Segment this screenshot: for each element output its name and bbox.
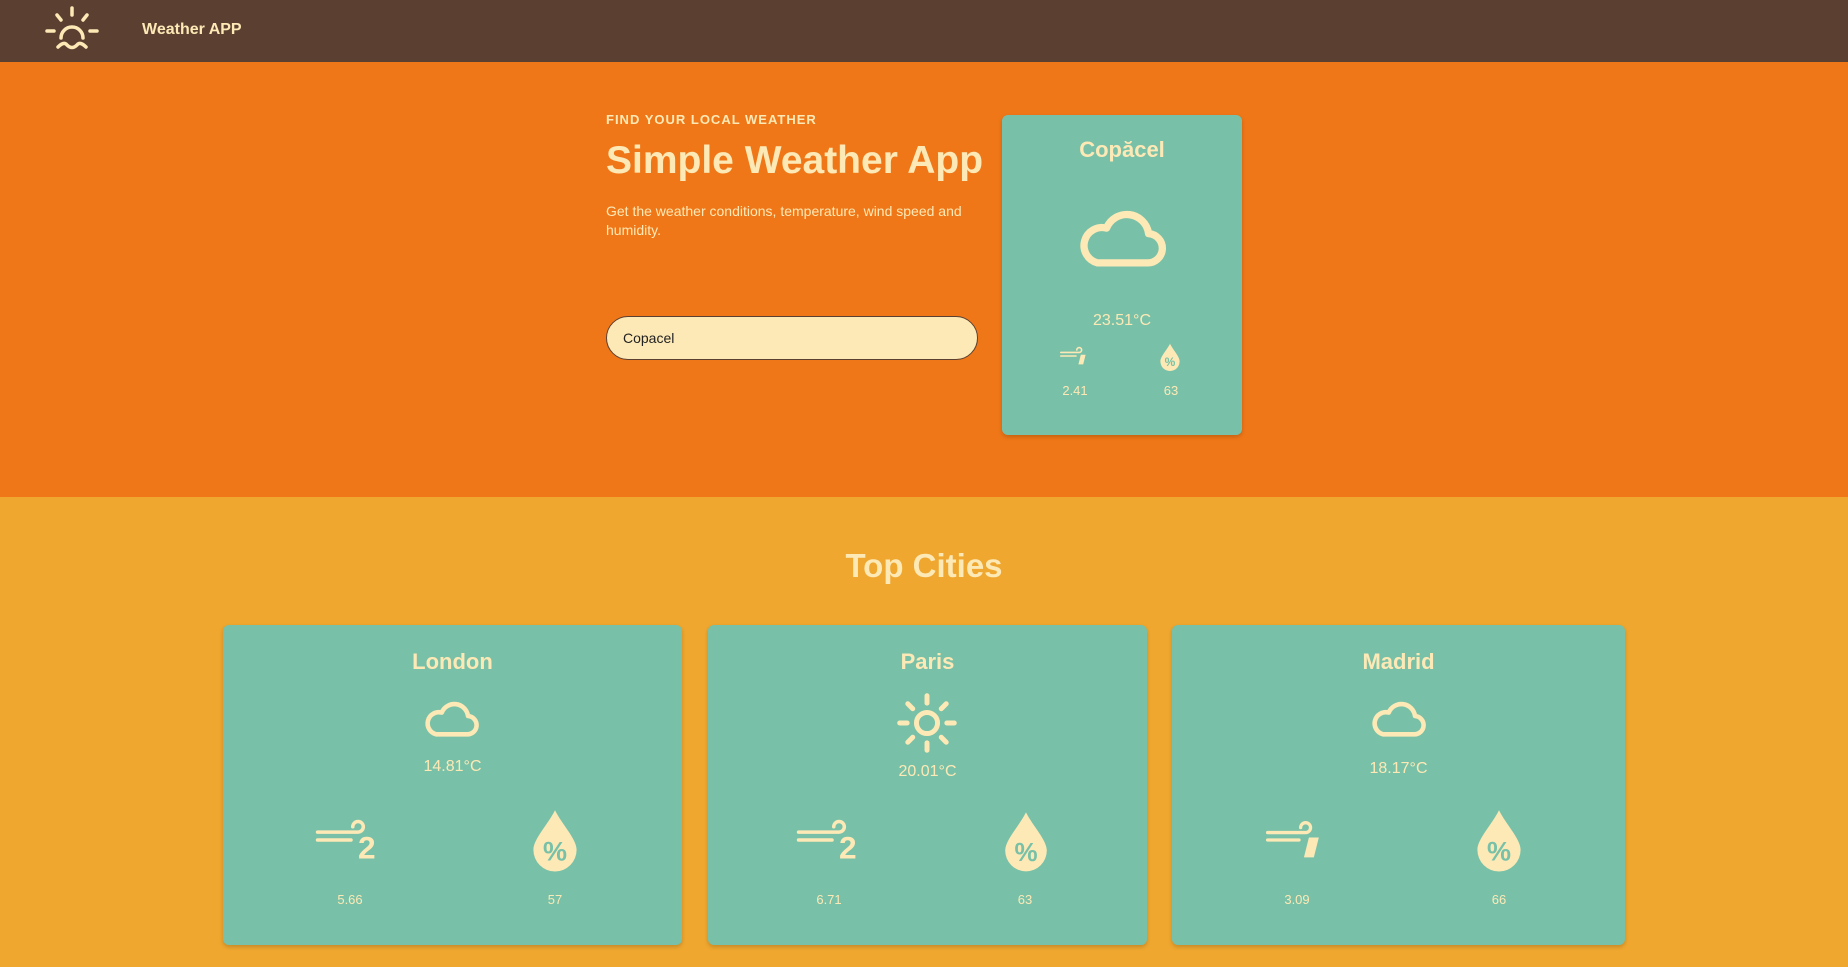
city-card-madrid[interactable]: Madrid 18.17°C 3.09 66 [1172,625,1625,945]
humidity-drop-icon [1000,810,1052,872]
current-humidity-value: 63 [1163,383,1179,398]
wind-speed-1-icon [1060,345,1092,367]
city-name: London [412,649,493,674]
city-wind-value: 5.66 [337,892,363,907]
city-search-input[interactable] [606,316,978,360]
wind-speed-1-icon [1266,818,1332,862]
cloud-icon [1077,208,1169,272]
city-temperature: 14.81°C [423,758,482,775]
hero-section: FIND YOUR LOCAL WEATHER Simple Weather A… [0,62,1848,497]
city-temperature: 18.17°C [1369,760,1428,777]
navbar: Weather APP [0,0,1848,62]
hero-title: Simple Weather App [606,139,984,182]
current-city-name: Copăcel [1079,137,1165,162]
hero-eyebrow: FIND YOUR LOCAL WEATHER [606,112,817,127]
city-card-paris[interactable]: Paris 20.01°C 6.71 63 [708,625,1147,945]
city-name: Paris [900,649,955,674]
sunrise-icon[interactable] [44,5,100,53]
current-temperature: 23.51°C [1093,312,1151,329]
current-weather-card: Copăcel 23.51°C 2.41 63 [1002,115,1242,435]
city-humidity-value: 63 [1017,892,1033,907]
city-temperature: 20.01°C [898,763,957,780]
city-humidity-value: 57 [547,892,563,907]
city-wind-value: 6.71 [816,892,842,907]
wind-speed-2-icon [315,818,387,862]
humidity-drop-icon [1158,343,1182,371]
hero-description: Get the weather conditions, temperature,… [606,203,962,238]
cloud-icon [1370,700,1428,740]
city-card-london[interactable]: London 14.81°C 5.66 57 [223,625,682,945]
city-wind-value: 3.09 [1284,892,1310,907]
sun-icon [896,692,958,754]
cloud-icon [423,700,481,740]
city-name: Madrid [1362,649,1435,674]
humidity-drop-icon [1472,808,1526,872]
top-cities-title: Top Cities [845,547,1003,584]
humidity-drop-icon [528,808,582,872]
app-title[interactable]: Weather APP [142,21,242,39]
wind-speed-2-icon [796,818,868,862]
city-humidity-value: 66 [1491,892,1507,907]
